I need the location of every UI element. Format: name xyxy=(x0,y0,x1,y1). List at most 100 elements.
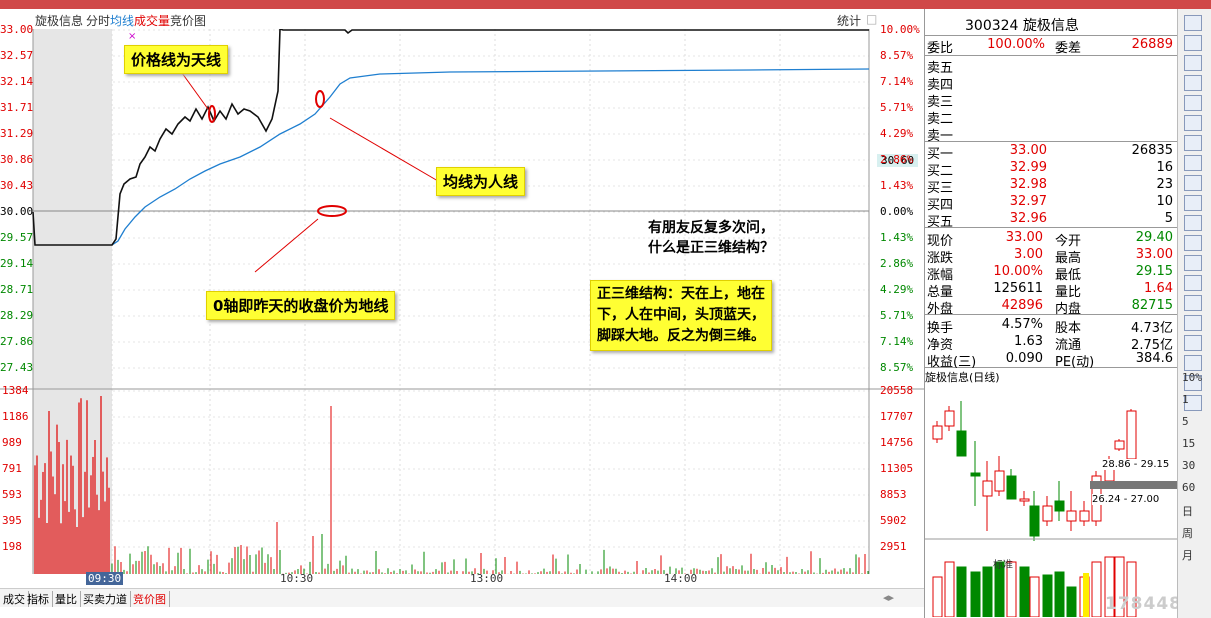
marker-x: × xyxy=(128,31,136,42)
price-tick-left: 29.14 xyxy=(0,257,34,270)
toolbar-tool-icon[interactable] xyxy=(1184,355,1202,371)
daily-volume-bar xyxy=(1042,574,1053,617)
daily-volume-bar xyxy=(1029,576,1040,617)
volume-tick-right: 20558 xyxy=(880,384,914,397)
daily-candle xyxy=(944,410,955,427)
period-button[interactable]: 15 xyxy=(1182,437,1195,450)
toolbar-tool-icon[interactable] xyxy=(1184,55,1202,71)
tab-junxian[interactable]: 均线 xyxy=(110,12,134,29)
btab-force[interactable]: 买卖力道 xyxy=(80,591,131,607)
tab-fenshi[interactable]: 分时 xyxy=(86,12,110,29)
stat-row: 总量 125611 量比 1.64 xyxy=(927,281,1173,300)
toolbar-tool-icon[interactable] xyxy=(1184,215,1202,231)
question-text: 有朋友反复多次问， 什么是正三维结构？ xyxy=(648,220,774,256)
sell-row: 卖五 xyxy=(927,61,954,76)
price-tick-left: 30.00 xyxy=(0,205,34,218)
chart-tab-row: 旋极信息 分时 均线 成交量 竞价图 统计 □ xyxy=(0,9,924,29)
stat-row: 涨幅 10.00% 最低 29.15 xyxy=(927,264,1173,283)
period-button[interactable]: 30 xyxy=(1182,459,1195,472)
daily-candle xyxy=(982,480,993,497)
daily-volume-bar xyxy=(1054,571,1065,617)
volume-tick-right: 14756 xyxy=(880,436,914,449)
daily-candle xyxy=(956,430,967,457)
toolbar-tool-icon[interactable] xyxy=(1184,295,1202,311)
buy-row: 买三 32.98 23 xyxy=(927,177,1173,196)
volume-tick-right: 2951 xyxy=(880,540,907,553)
toolbar-tool-icon[interactable] xyxy=(1184,255,1202,271)
period-button[interactable]: 5 xyxy=(1182,415,1189,428)
price-tick-left: 31.71 xyxy=(0,101,34,114)
stat-row: 涨跌 3.00 最高 33.00 xyxy=(927,247,1173,266)
volume-tick-left: 395 xyxy=(2,514,22,527)
buy-row: 买五 32.96 5 xyxy=(927,211,1173,230)
price-tick-left: 32.14 xyxy=(0,75,34,88)
time-tick: 09:30 xyxy=(86,572,124,585)
price-tick-left: 27.43 xyxy=(0,361,34,374)
sell-row: 卖三 xyxy=(927,95,954,110)
price-tick-left: 28.29 xyxy=(0,309,34,322)
volume-tick-left: 1384 xyxy=(2,384,29,397)
price-tick-right: 5.71% xyxy=(880,101,914,114)
daily-volume-bar xyxy=(956,566,967,617)
toolbar-tool-icon[interactable] xyxy=(1184,235,1202,251)
toolbar-tool-icon[interactable] xyxy=(1184,175,1202,191)
toolbar-tool-icon[interactable] xyxy=(1184,75,1202,91)
volume-tick-right: 11305 xyxy=(880,462,914,475)
daily-volume-bar xyxy=(944,561,955,617)
stats-button[interactable]: 统计 xyxy=(837,12,861,29)
period-button[interactable]: 周 xyxy=(1182,525,1193,541)
period-button[interactable]: 10% xyxy=(1182,371,1202,384)
toolbar-tool-icon[interactable] xyxy=(1184,315,1202,331)
stock-code-title: 300324 旋极信息 xyxy=(965,18,1079,34)
daily-candle xyxy=(1029,505,1040,537)
stat-row: 外盘 42896 内盘 82715 xyxy=(927,298,1173,317)
close-icon[interactable]: □ xyxy=(866,12,877,26)
toolbar-tool-icon[interactable] xyxy=(1184,95,1202,111)
price-tick-right: 1.43% xyxy=(880,231,914,244)
toolbar-tool-icon[interactable] xyxy=(1184,115,1202,131)
period-button[interactable]: 1 xyxy=(1182,393,1189,406)
period-button[interactable]: 月 xyxy=(1182,547,1193,563)
daily-candle xyxy=(1114,440,1125,450)
toolbar-tool-icon[interactable] xyxy=(1184,335,1202,351)
definition-note: 正三维结构：天在上，地在 下，人在中间，头顶蓝天， 脚踩大地。反之为倒三维。 xyxy=(590,280,772,351)
toolbar-tool-icon[interactable] xyxy=(1184,35,1202,51)
btab-indicator[interactable]: 指标 xyxy=(24,591,53,607)
note-ground-line: 0轴即昨天的收盘价为地线 xyxy=(206,291,396,320)
daily-candle xyxy=(994,470,1005,492)
time-tick: 10:30 xyxy=(280,572,314,585)
tab-auction[interactable]: 竞价图 xyxy=(170,12,206,29)
price-tick-right: 7.14% xyxy=(880,335,914,348)
daily-volume-bar xyxy=(1091,561,1102,617)
range-bar xyxy=(1090,481,1177,489)
toolbar-tool-icon[interactable] xyxy=(1184,275,1202,291)
note-sky-line: 价格线为天线 xyxy=(124,45,229,74)
daily-candle xyxy=(1019,498,1030,502)
stat-row: 现价 33.00 今开 29.40 xyxy=(927,230,1173,249)
arrow-person xyxy=(329,117,439,182)
volume-tick-right: 8853 xyxy=(880,488,907,501)
toolbar-tool-icon[interactable] xyxy=(1184,155,1202,171)
buy-row: 买二 32.99 16 xyxy=(927,160,1173,179)
intraday-chart[interactable]: × xyxy=(0,29,924,574)
bottom-scroll-icon[interactable]: ◂▸ xyxy=(880,591,897,604)
price-tick-right: 4.29% xyxy=(880,127,914,140)
price-tick-left: 32.57 xyxy=(0,49,34,62)
period-button[interactable]: 60 xyxy=(1182,481,1195,494)
btab-volratio[interactable]: 量比 xyxy=(52,591,81,607)
price-tick-right: 10.00% xyxy=(880,23,920,36)
toolbar-tool-icon[interactable] xyxy=(1184,15,1202,31)
price-tick-left: 27.86 xyxy=(0,335,34,348)
stat-row: 收益(三) 0.090 PE(动) 384.6 xyxy=(927,351,1173,370)
btab-auction[interactable]: 竞价图 xyxy=(130,591,170,607)
volume-tick-right: 5902 xyxy=(880,514,907,527)
sell-row: 卖一 xyxy=(927,129,954,144)
title-bar xyxy=(0,0,1211,9)
toolbar-tool-icon[interactable] xyxy=(1184,195,1202,211)
tab-volume[interactable]: 成交量 xyxy=(134,12,170,29)
daily-candle xyxy=(1066,510,1077,522)
period-button[interactable]: 日 xyxy=(1182,503,1193,519)
toolbar-tool-icon[interactable] xyxy=(1184,135,1202,151)
price-tick-left: 33.00 xyxy=(0,23,34,36)
stat-row: 换手 4.57% 股本 4.73亿 xyxy=(927,317,1173,336)
